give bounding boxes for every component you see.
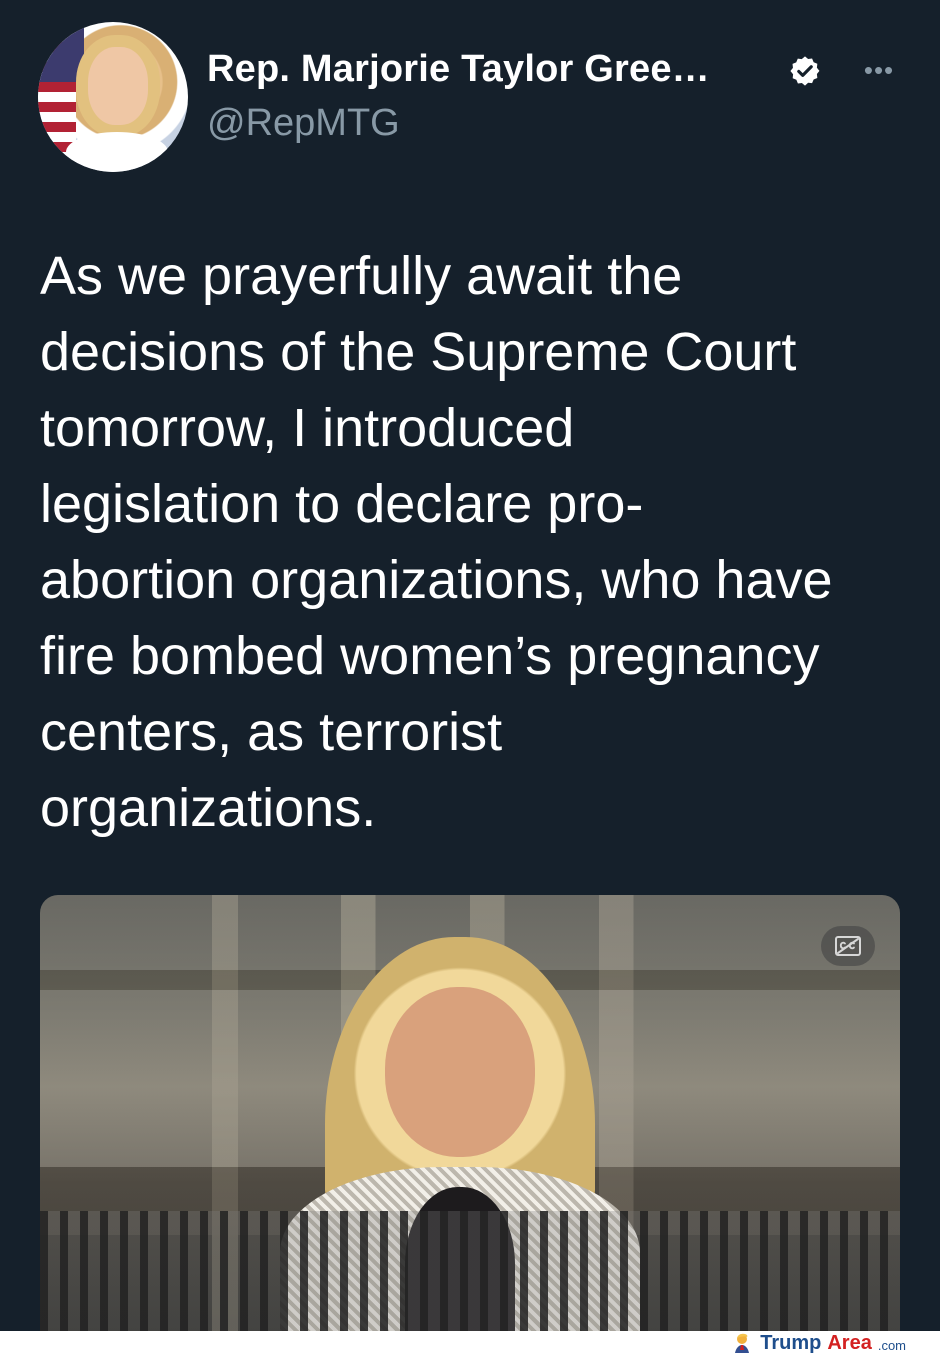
avatar[interactable] <box>38 22 188 172</box>
avatar-shirt <box>66 132 168 172</box>
verified-icon <box>790 56 820 86</box>
person-face <box>385 987 535 1157</box>
display-name[interactable]: Rep. Marjorie Taylor Gree… <box>207 48 710 91</box>
watermark-brand-accent: Area <box>827 1331 872 1354</box>
captions-button[interactable] <box>821 926 875 966</box>
watermark-brand-main: Trump <box>760 1331 822 1354</box>
tweet-text: As we prayerfully await the decisions of… <box>40 246 833 838</box>
video-media[interactable] <box>40 895 900 1331</box>
trump-icon <box>735 1333 750 1353</box>
person-top <box>405 1187 515 1331</box>
cc-icon <box>835 936 861 956</box>
watermark-brand-suffix: .com <box>877 1337 906 1353</box>
watermark: Trump Area .com <box>730 1331 906 1355</box>
flag-canton <box>38 22 84 82</box>
ellipsis-icon[interactable]: ••• <box>856 57 902 83</box>
handle[interactable]: @RepMTG <box>207 102 400 145</box>
avatar-face <box>88 47 148 125</box>
